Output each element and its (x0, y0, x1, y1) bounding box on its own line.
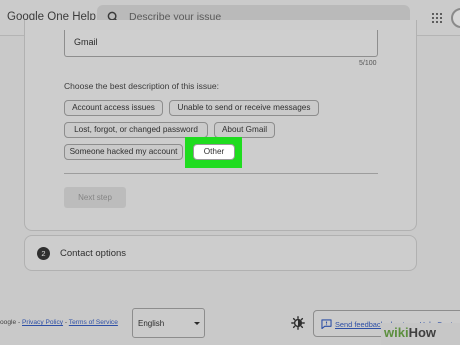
watermark-how: How (408, 325, 437, 340)
contact-options-label: Contact options (60, 248, 127, 259)
character-counter: 5/100 (359, 60, 377, 67)
option-send-receive[interactable]: Unable to send or receive messages (169, 100, 319, 116)
issue-question: Choose the best description of this issu… (64, 81, 219, 91)
apps-grid-icon[interactable] (432, 13, 442, 23)
language-value: English (138, 319, 165, 328)
divider (64, 173, 378, 174)
dropdown-caret-icon (194, 322, 200, 325)
option-other[interactable]: Other (193, 144, 235, 160)
watermark-wiki: wiki (384, 325, 409, 340)
option-about-gmail[interactable]: About Gmail (214, 122, 275, 138)
feedback-icon (321, 319, 332, 329)
footer-prefix: oogle - (0, 319, 22, 326)
terms-of-service-link[interactable]: Terms of Service (69, 319, 118, 326)
next-step-button[interactable]: Next step (64, 187, 126, 208)
option-password[interactable]: Lost, forgot, or changed password (64, 122, 208, 138)
option-hacked[interactable]: Someone hacked my account (64, 144, 183, 160)
language-select[interactable]: English (132, 308, 205, 338)
step-number-badge: 2 (37, 247, 50, 260)
theme-toggle-icon[interactable] (291, 316, 305, 330)
option-account-access[interactable]: Account access issues (64, 100, 163, 116)
wikihow-watermark: wikiHow (381, 323, 460, 345)
contact-options-section[interactable]: 2 Contact options (24, 235, 417, 271)
footer-links: oogle - Privacy Policy - Terms of Servic… (0, 319, 118, 326)
issue-text-field[interactable]: Gmail (64, 30, 378, 57)
avatar-icon[interactable] (451, 8, 460, 28)
issue-text-value: Gmail (74, 37, 98, 47)
privacy-policy-link[interactable]: Privacy Policy (22, 319, 63, 326)
